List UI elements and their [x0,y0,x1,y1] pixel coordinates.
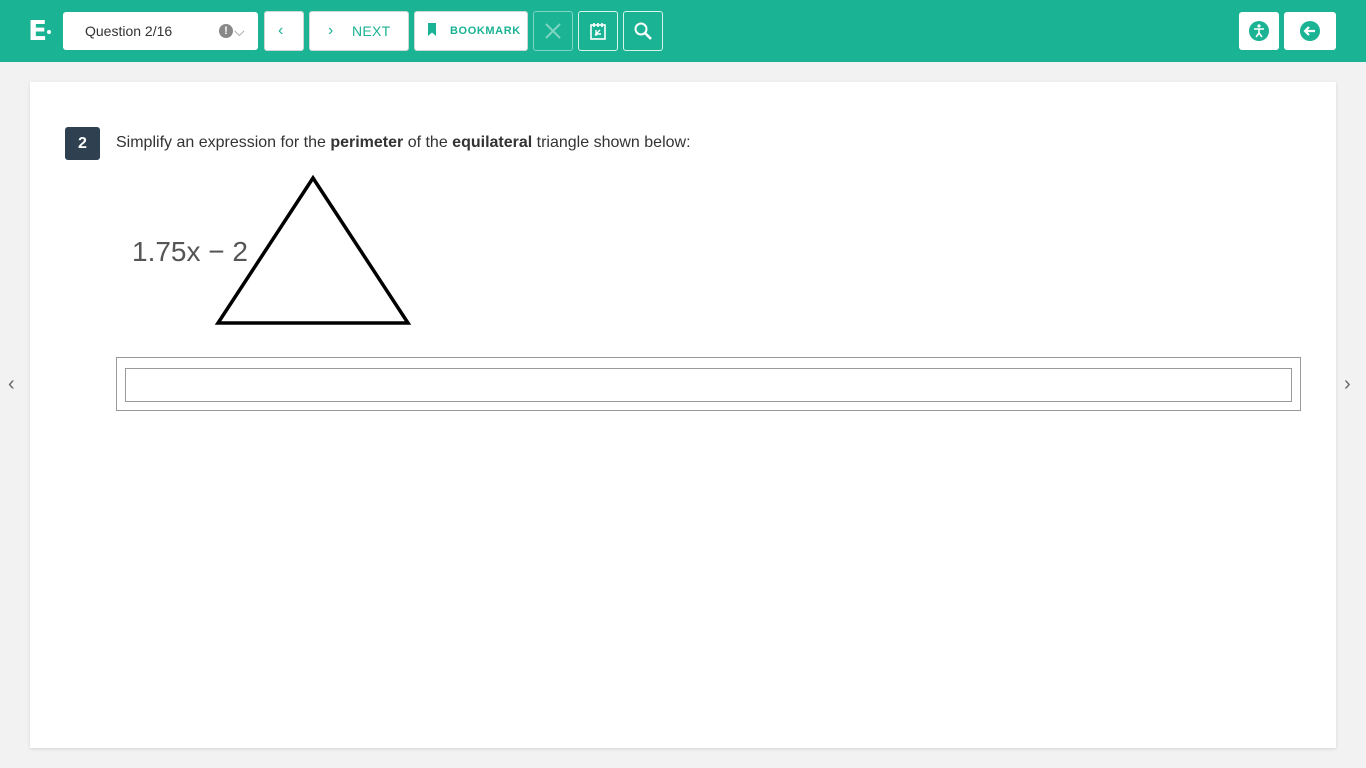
next-label: NEXT [352,23,391,39]
bookmark-button[interactable]: BOOKMARK [414,11,528,51]
question-card: 2 Simplify an expression for the perimet… [30,82,1336,748]
calendar-icon [590,23,606,40]
chevron-right-icon: › [328,22,334,39]
answer-input[interactable] [125,368,1292,402]
close-button[interactable] [533,11,573,51]
accessibility-icon [1249,21,1269,41]
exit-icon [1300,21,1320,41]
search-button[interactable] [623,11,663,51]
calendar-button[interactable] [578,11,618,51]
accessibility-button[interactable] [1239,12,1279,50]
triangle-figure: 1.75x − 2 [132,174,412,325]
search-icon [634,22,652,40]
bookmark-label: BOOKMARK [450,25,521,37]
side-length-label: 1.75x − 2 [132,236,248,267]
logo-dot [47,30,51,34]
next-button[interactable]: › NEXT [309,11,409,51]
app-logo: E [28,14,56,48]
next-page-arrow[interactable]: › [1344,373,1351,395]
top-toolbar: E Question 2/16 ! ⌵ ‹ › NEXT BOOKMARK [0,0,1366,62]
previous-page-arrow[interactable]: ‹ [8,373,15,395]
prompt-text-2: of the [403,134,453,151]
chevron-down-icon: ⌵ [234,23,245,39]
prompt-text-1: Simplify an expression for the [116,134,331,151]
prompt-bold-perimeter: perimeter [330,134,404,151]
question-selector-label: Question 2/16 [85,23,173,39]
prompt-text-3: triangle shown below: [532,134,691,151]
close-icon [545,23,561,39]
prompt-bold-equilateral: equilateral [452,134,533,151]
question-number-badge: 2 [65,127,100,160]
alert-icon: ! [219,24,233,38]
question-selector[interactable]: Question 2/16 ! ⌵ [63,12,258,50]
previous-button[interactable]: ‹ [264,11,304,51]
answer-area [116,357,1301,411]
chevron-left-icon: ‹ [278,22,284,39]
question-prompt: Simplify an expression for the perimeter… [116,132,691,154]
bookmark-icon [427,23,437,41]
exit-button[interactable] [1284,12,1336,50]
logo-letter: E [28,14,48,47]
